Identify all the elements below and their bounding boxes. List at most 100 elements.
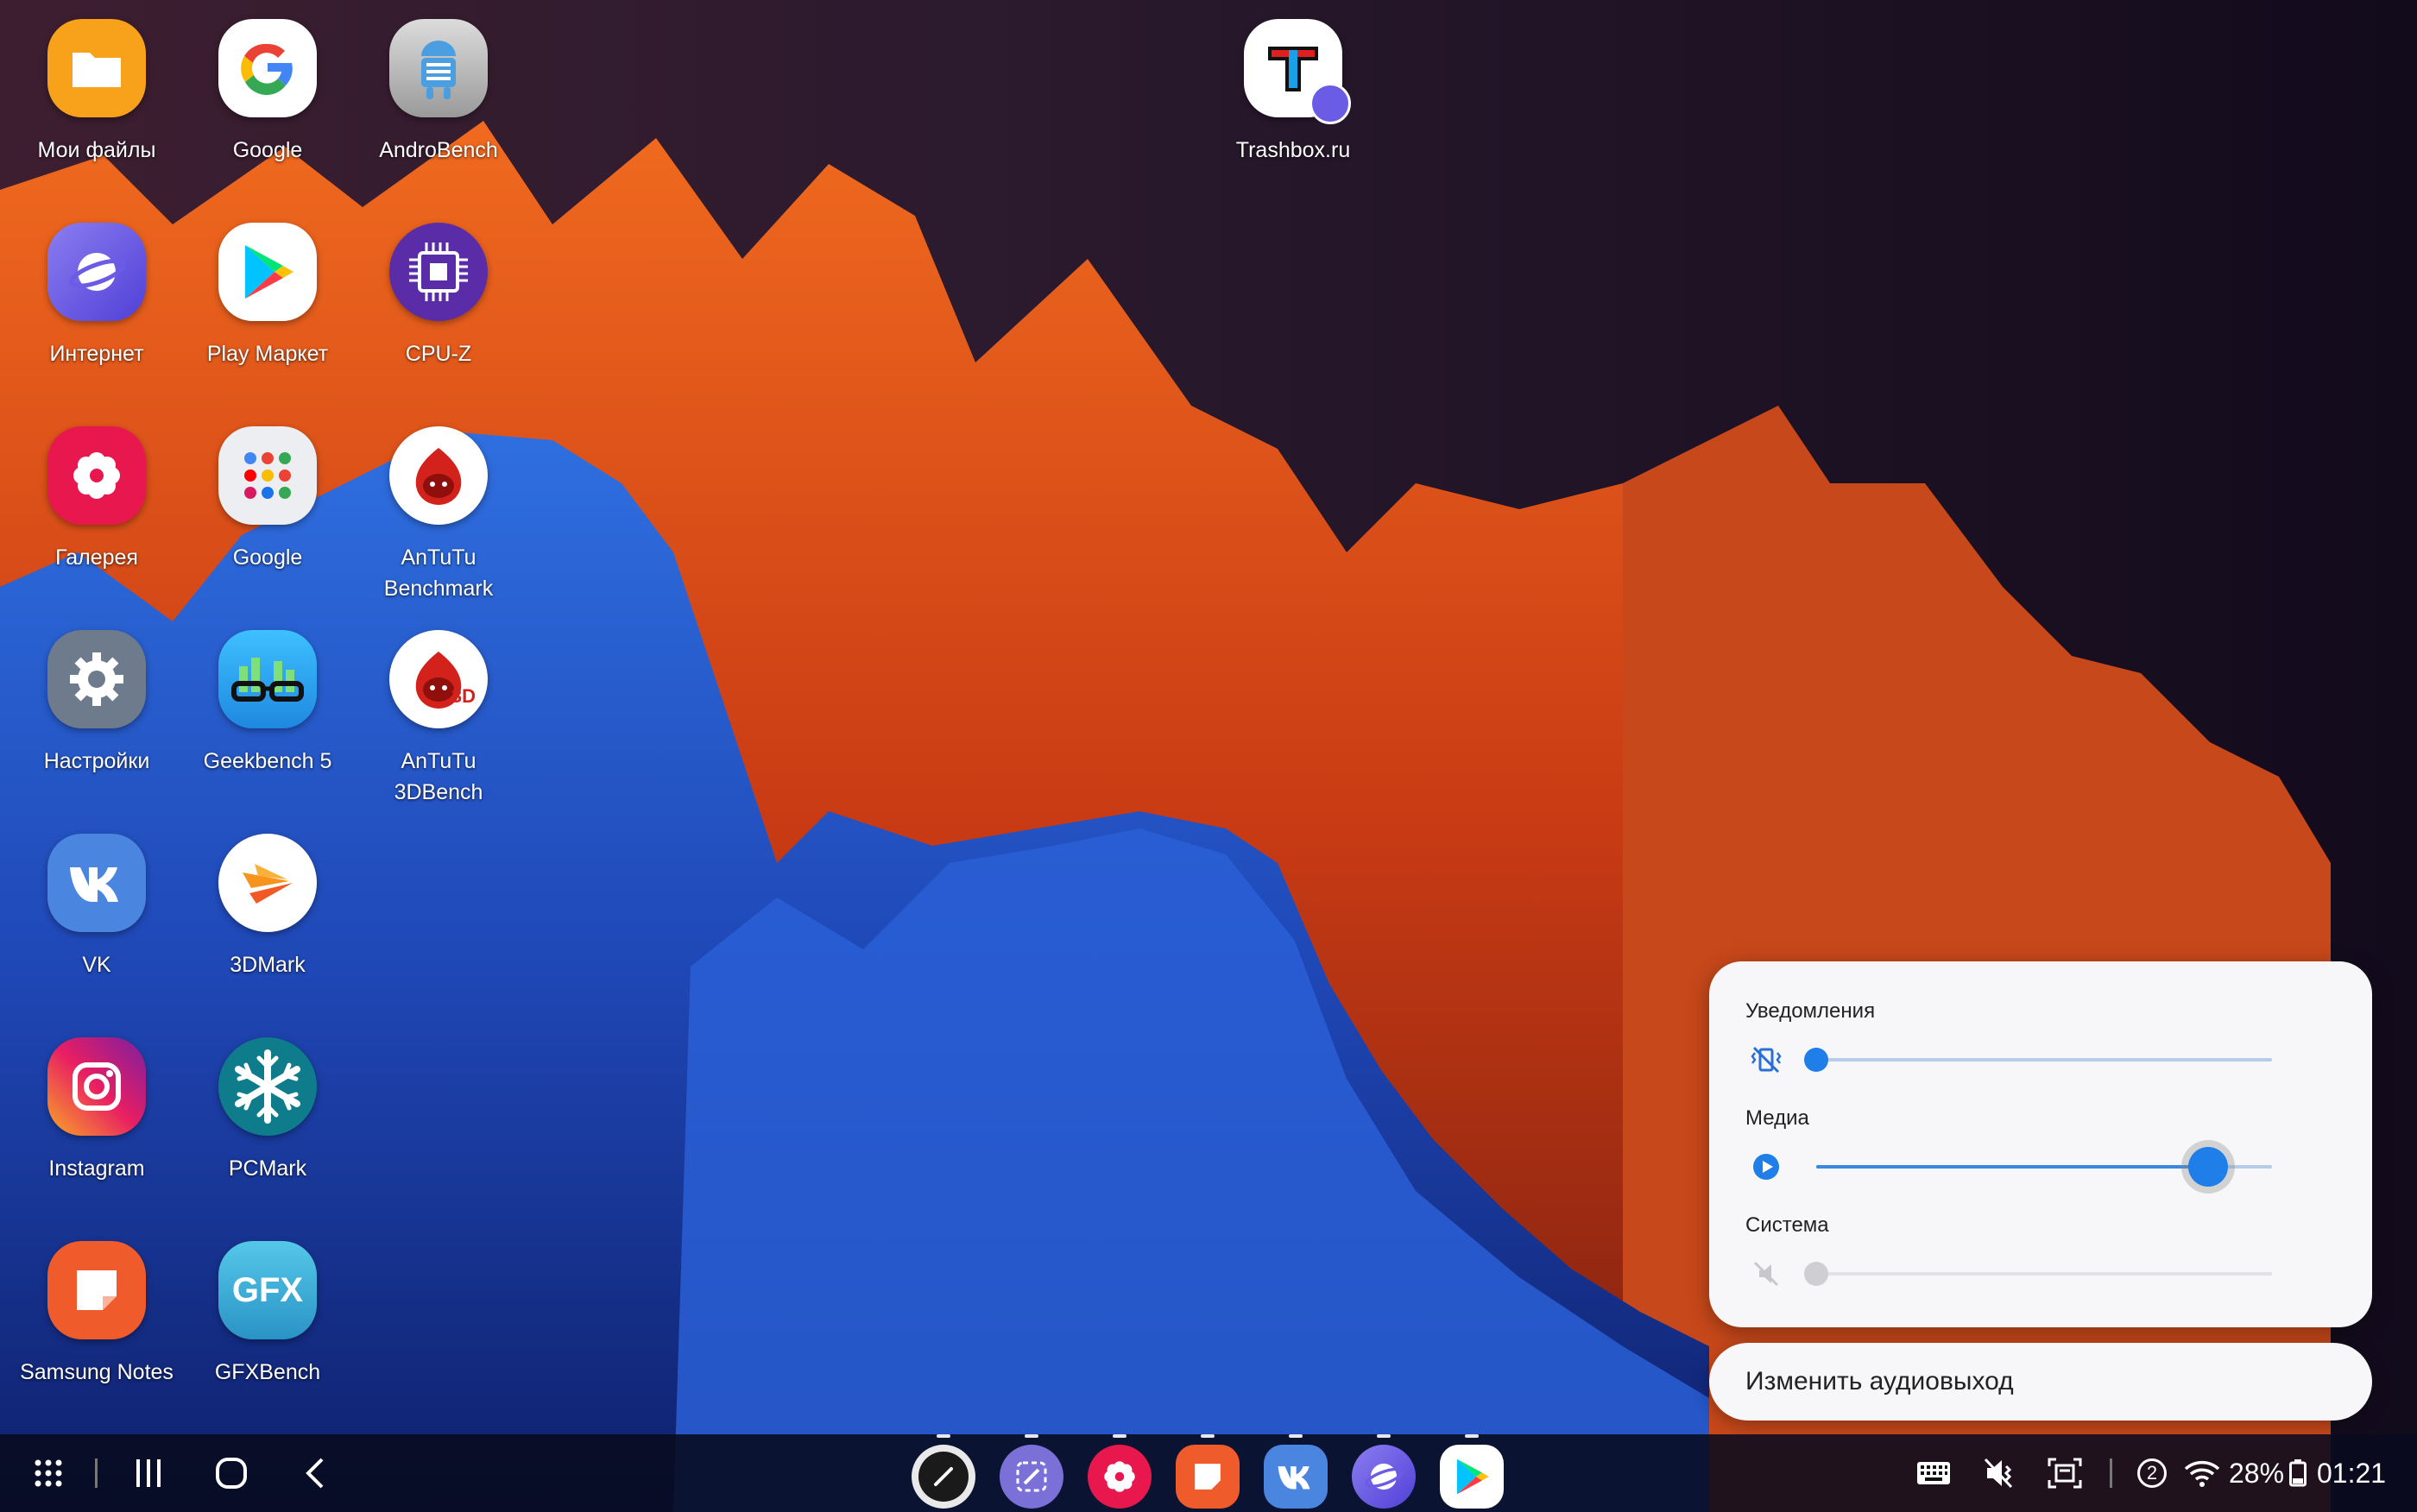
app-label: 3DMark — [230, 953, 306, 977]
app-pcmark[interactable]: PCMark — [181, 1018, 354, 1184]
app-gfxbench[interactable]: GFX GFXBench — [181, 1222, 354, 1388]
app-label: AndroBench — [379, 138, 498, 162]
samsung-notes-icon — [47, 1241, 146, 1339]
app-label: Google — [232, 545, 303, 570]
media-volume-slider[interactable] — [1816, 1147, 2272, 1187]
volume-panel: Уведомления Медиа Система — [1709, 961, 2372, 1327]
taskbar: 2 28% 01:21 — [0, 1434, 2417, 1512]
instagram-icon — [47, 1037, 146, 1136]
app-androbench[interactable]: AndroBench — [352, 0, 525, 166]
media-volume-fill — [1816, 1165, 2209, 1169]
notifications-volume-thumb[interactable] — [1804, 1048, 1828, 1072]
play-circle-icon[interactable] — [1751, 1151, 1782, 1182]
notification-count: 2 — [2137, 1458, 2167, 1488]
app-label: PCMark — [228, 1156, 307, 1181]
app-trashbox[interactable]: Trashbox.ru — [1207, 0, 1379, 166]
play-store-icon — [1456, 1458, 1489, 1495]
app-label: Trashbox.ru — [1235, 138, 1351, 162]
pen-up-icon — [1016, 1461, 1047, 1492]
clock[interactable]: 01:21 — [2317, 1434, 2400, 1512]
pcmark-snowflake-icon — [218, 1037, 317, 1136]
keyboard-button[interactable] — [1916, 1434, 1954, 1512]
app-label: Галерея — [55, 545, 138, 570]
app-label: Интернет — [49, 342, 144, 366]
screenshot-button[interactable] — [2048, 1434, 2086, 1512]
gfx-text: GFX — [231, 1270, 304, 1309]
keyboard-icon — [1917, 1462, 1950, 1484]
apps-grid-button[interactable] — [26, 1434, 71, 1512]
app-label: Play Маркет — [206, 342, 329, 366]
dock-notes-app[interactable] — [1176, 1434, 1240, 1509]
dock-pen-app[interactable] — [912, 1434, 975, 1509]
app-label: CPU-Z — [405, 342, 472, 366]
antutu-3d-badge: 3D — [451, 685, 476, 707]
change-audio-output-button[interactable]: Изменить аудиовыход — [1709, 1343, 2372, 1421]
dock-pen-up-app[interactable] — [1000, 1434, 1063, 1509]
home-button[interactable] — [211, 1434, 252, 1512]
geekbench-icon — [218, 630, 317, 728]
apps-grid-icon — [35, 1459, 62, 1487]
notifications-volume-slider[interactable] — [1804, 1048, 2272, 1072]
google-g-icon — [218, 19, 317, 117]
app-3dmark[interactable]: 3DMark — [181, 815, 354, 980]
wifi-icon — [2184, 1460, 2220, 1487]
app-settings[interactable]: Настройки — [10, 611, 183, 777]
gear-icon — [47, 630, 146, 728]
wifi-status[interactable] — [2184, 1434, 2222, 1512]
app-label: AnTuTu Benchmark — [383, 545, 494, 601]
app-label: Мои файлы — [37, 138, 156, 162]
vibrate-icon[interactable] — [1751, 1044, 1782, 1075]
screen-capture-icon — [2048, 1458, 2082, 1489]
back-button[interactable] — [293, 1434, 335, 1512]
app-label: GFXBench — [214, 1360, 321, 1384]
gfxbench-icon: GFX — [218, 1241, 317, 1339]
app-label: Настройки — [43, 749, 150, 773]
app-label: Geekbench 5 — [203, 749, 332, 773]
app-antutu[interactable]: AnTuTu Benchmark — [352, 407, 525, 604]
system-volume-thumb[interactable] — [1804, 1262, 1828, 1286]
gallery-flower-icon — [47, 426, 146, 525]
dock-internet-app[interactable] — [1352, 1434, 1416, 1509]
app-google[interactable]: Google — [181, 0, 354, 166]
dock-play-store-app[interactable] — [1440, 1434, 1504, 1509]
trashbox-t-icon — [1244, 19, 1351, 124]
notes-icon — [1195, 1464, 1221, 1490]
app-geekbench[interactable]: Geekbench 5 — [181, 611, 354, 777]
samsung-internet-badge-icon — [1309, 83, 1351, 124]
app-cpu-z[interactable]: CPU-Z — [352, 204, 525, 369]
antutu-3d-icon: 3D — [389, 630, 488, 728]
battery-status[interactable] — [2289, 1434, 2308, 1512]
media-volume-thumb[interactable] — [2188, 1147, 2229, 1187]
play-store-icon — [218, 223, 317, 321]
vibrate-mute-icon — [1984, 1458, 2013, 1489]
app-internet[interactable]: Интернет — [10, 204, 183, 369]
home-icon — [216, 1458, 247, 1489]
system-volume-label: Система — [1745, 1213, 1829, 1237]
app-label: Samsung Notes — [20, 1360, 174, 1384]
sound-mode-button[interactable] — [1982, 1434, 2020, 1512]
internet-icon — [1365, 1463, 1404, 1490]
app-play-market[interactable]: Play Маркет — [181, 204, 354, 369]
folder-icon — [47, 19, 146, 117]
vk-icon — [1278, 1466, 1310, 1490]
app-vk[interactable]: VK — [10, 815, 183, 980]
app-label: VK — [82, 953, 111, 977]
app-instagram[interactable]: Instagram — [10, 1018, 183, 1184]
vk-icon — [47, 834, 146, 932]
app-my-files[interactable]: Мои файлы — [10, 0, 183, 166]
recents-button[interactable] — [128, 1434, 169, 1512]
app-antutu-3dbench[interactable]: 3D AnTuTu 3DBench — [352, 611, 525, 808]
app-samsung-notes[interactable]: Samsung Notes — [10, 1222, 183, 1388]
samsung-internet-icon — [47, 223, 146, 321]
gallery-icon — [1104, 1461, 1135, 1492]
app-gallery[interactable]: Галерея — [10, 407, 183, 573]
app-label: Google — [232, 138, 303, 162]
notification-count-badge[interactable]: 2 — [2137, 1434, 2172, 1512]
app-google-folder[interactable]: Google — [181, 407, 354, 573]
mute-icon[interactable] — [1751, 1258, 1782, 1289]
app-label: AnTuTu 3DBench — [394, 749, 483, 804]
system-volume-slider[interactable] — [1804, 1262, 2272, 1286]
dock-vk-app[interactable] — [1264, 1434, 1328, 1509]
taskbar-divider — [95, 1458, 98, 1488]
dock-gallery-app[interactable] — [1088, 1434, 1152, 1509]
